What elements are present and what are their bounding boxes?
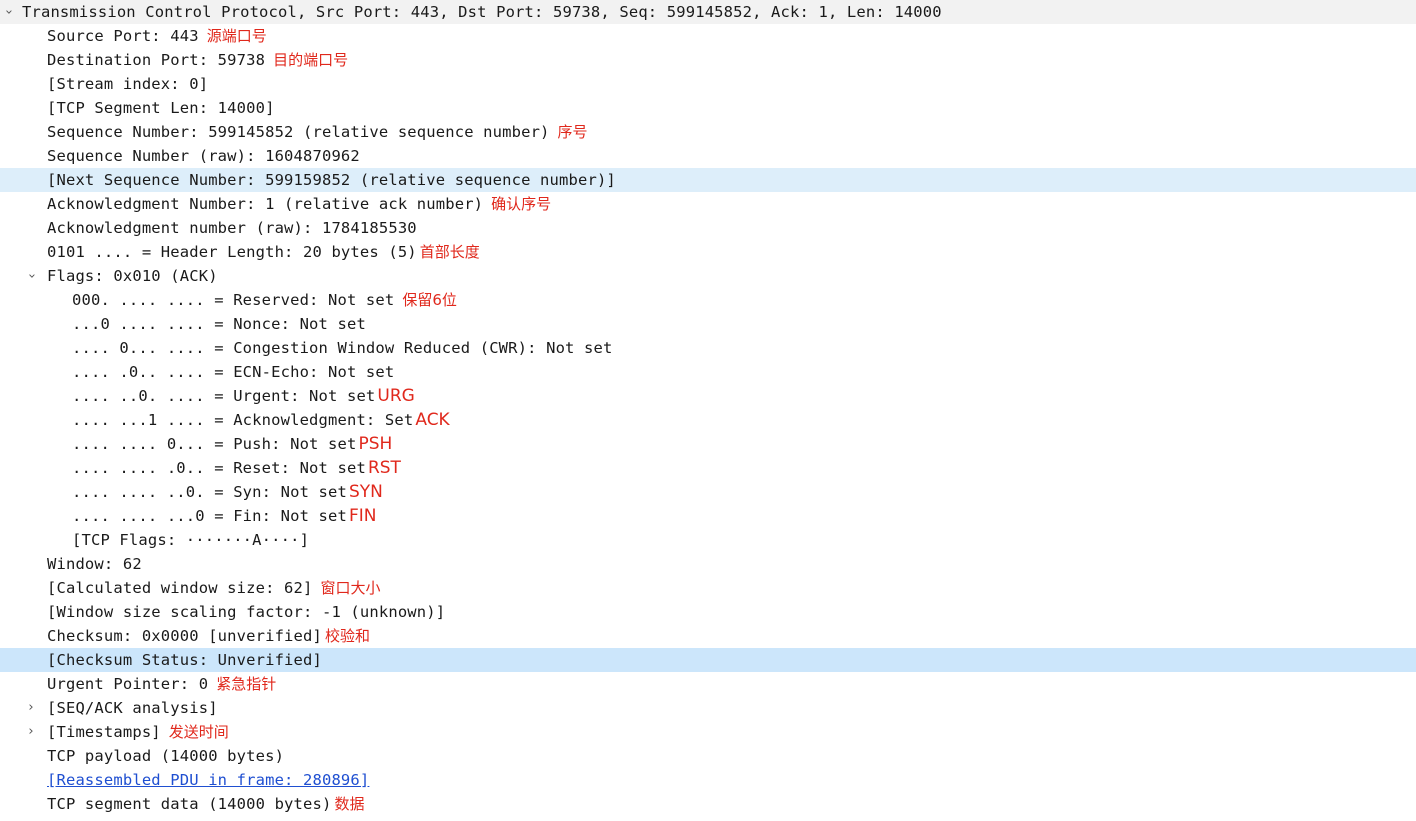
tree-row-flag-acknowledgment[interactable]: .... ...1 .... = Acknowledgment: Set ACK [0, 408, 1416, 432]
annotation-note: 校验和 [324, 627, 370, 645]
field-text: .... ..0. .... = Urgent: Not set URG [72, 386, 415, 406]
annotation-note: 序号 [557, 123, 588, 141]
field-text: Sequence Number: 599145852 (relative seq… [47, 123, 588, 141]
field-text: .... ...1 .... = Acknowledgment: Set ACK [72, 410, 450, 430]
field-text: Acknowledgment number (raw): 1784185530 [47, 219, 417, 237]
tree-row-flag-ecn-echo[interactable]: .... .0.. .... = ECN-Echo: Not set [0, 360, 1416, 384]
field-text: Transmission Control Protocol, Src Port:… [22, 3, 942, 21]
tree-row-reassembled-pdu[interactable]: [Reassembled PDU in frame: 280896] [0, 768, 1416, 792]
annotation-note: 确认序号 [491, 195, 552, 213]
tree-row-tcp-segment-data[interactable]: TCP segment data (14000 bytes) 数据 [0, 792, 1416, 816]
annotation-note: 数据 [334, 795, 365, 813]
field-text: [Timestamps] 发送时间 [47, 723, 229, 741]
field-text: .... .... 0... = Push: Not set PSH [72, 434, 393, 454]
field-text: [SEQ/ACK analysis] [47, 699, 218, 717]
tree-row-window[interactable]: Window: 62 [0, 552, 1416, 576]
annotation-note: 紧急指针 [216, 675, 277, 693]
tree-row-header-length[interactable]: 0101 .... = Header Length: 20 bytes (5) 首… [0, 240, 1416, 264]
field-text: Destination Port: 59738 目的端口号 [47, 51, 349, 69]
tree-row-source-port[interactable]: Source Port: 443 源端口号 [0, 24, 1416, 48]
annotation-note: 发送时间 [168, 723, 229, 741]
tree-row-flag-syn[interactable]: .... .... ..0. = Syn: Not set SYN [0, 480, 1416, 504]
field-text: [Calculated window size: 62] 窗口大小 [47, 579, 381, 597]
tree-row-sequence-number-raw[interactable]: Sequence Number (raw): 1604870962 [0, 144, 1416, 168]
tree-row-flag-fin[interactable]: .... .... ...0 = Fin: Not set FIN [0, 504, 1416, 528]
field-text: .... .... .0.. = Reset: Not set RST [72, 458, 401, 478]
tree-row-flags[interactable]: › Flags: 0x010 (ACK) [0, 264, 1416, 288]
tree-row-stream-index[interactable]: [Stream index: 0] [0, 72, 1416, 96]
annotation-note: 源端口号 [206, 27, 267, 45]
field-text: Urgent Pointer: 0 紧急指针 [47, 675, 277, 693]
annotation-note: PSH [358, 434, 393, 454]
tree-row-flag-push[interactable]: .... .... 0... = Push: Not set PSH [0, 432, 1416, 456]
tree-row-destination-port[interactable]: Destination Port: 59738 目的端口号 [0, 48, 1416, 72]
tree-row-checksum[interactable]: Checksum: 0x0000 [unverified] 校验和 [0, 624, 1416, 648]
field-text: .... .... ...0 = Fin: Not set FIN [72, 506, 377, 526]
tree-row-flag-urgent[interactable]: .... ..0. .... = Urgent: Not set URG [0, 384, 1416, 408]
tree-row-sequence-number[interactable]: Sequence Number: 599145852 (relative seq… [0, 120, 1416, 144]
annotation-note: 窗口大小 [320, 579, 381, 597]
tree-row-flag-reset[interactable]: .... .... .0.. = Reset: Not set RST [0, 456, 1416, 480]
tree-row-checksum-status[interactable]: [Checksum Status: Unverified] [0, 648, 1416, 672]
annotation-note: SYN [348, 482, 383, 502]
tree-row-next-sequence-number[interactable]: [Next Sequence Number: 599159852 (relati… [0, 168, 1416, 192]
field-text: Sequence Number (raw): 1604870962 [47, 147, 360, 165]
field-text: Acknowledgment Number: 1 (relative ack n… [47, 195, 552, 213]
annotation-note: FIN [348, 506, 377, 526]
field-text: .... 0... .... = Congestion Window Reduc… [72, 339, 613, 357]
tree-row-timestamps[interactable]: › [Timestamps] 发送时间 [0, 720, 1416, 744]
tree-row-flag-cwr[interactable]: .... 0... .... = Congestion Window Reduc… [0, 336, 1416, 360]
reassembled-pdu-link[interactable]: [Reassembled PDU in frame: 280896] [47, 768, 369, 792]
field-text: [Stream index: 0] [47, 75, 209, 93]
tree-row-urgent-pointer[interactable]: Urgent Pointer: 0 紧急指针 [0, 672, 1416, 696]
annotation-note: URG [377, 386, 415, 406]
annotation-note: 目的端口号 [273, 51, 349, 69]
field-text: Checksum: 0x0000 [unverified] 校验和 [47, 627, 370, 645]
tree-row-tcp-payload[interactable]: TCP payload (14000 bytes) [0, 744, 1416, 768]
tree-row-window-size-scaling-factor[interactable]: [Window size scaling factor: -1 (unknown… [0, 600, 1416, 624]
field-text: TCP payload (14000 bytes) [47, 747, 285, 765]
field-text: TCP segment data (14000 bytes) 数据 [47, 795, 365, 813]
field-text: 0101 .... = Header Length: 20 bytes (5) 首… [47, 243, 480, 261]
chevron-right-icon[interactable]: › [23, 720, 39, 744]
tree-row-tcp-segment-len[interactable]: [TCP Segment Len: 14000] [0, 96, 1416, 120]
field-text: 000. .... .... = Reserved: Not set 保留6位 [72, 291, 457, 309]
field-text: Window: 62 [47, 555, 142, 573]
tree-row-seq-ack-analysis[interactable]: › [SEQ/ACK analysis] [0, 696, 1416, 720]
annotation-note: ACK [415, 410, 450, 430]
annotation-note: RST [367, 458, 401, 478]
field-text: ...0 .... .... = Nonce: Not set [72, 315, 366, 333]
field-text: [TCP Flags: ·······A····] [72, 531, 310, 549]
field-text: [Next Sequence Number: 599159852 (relati… [47, 171, 616, 189]
field-text: [Window size scaling factor: -1 (unknown… [47, 603, 446, 621]
tree-row-acknowledgment-number-raw[interactable]: Acknowledgment number (raw): 1784185530 [0, 216, 1416, 240]
field-text: [Checksum Status: Unverified] [47, 651, 322, 669]
chevron-down-icon[interactable]: › [0, 4, 20, 20]
tree-row-acknowledgment-number[interactable]: Acknowledgment Number: 1 (relative ack n… [0, 192, 1416, 216]
tree-row-flag-nonce[interactable]: ...0 .... .... = Nonce: Not set [0, 312, 1416, 336]
tree-row-calculated-window-size[interactable]: [Calculated window size: 62] 窗口大小 [0, 576, 1416, 600]
field-text: Flags: 0x010 (ACK) [47, 267, 218, 285]
field-text: Source Port: 443 源端口号 [47, 27, 267, 45]
annotation-note: 保留6位 [402, 291, 457, 309]
field-text: .... .... ..0. = Syn: Not set SYN [72, 482, 383, 502]
tree-row-flag-reserved[interactable]: 000. .... .... = Reserved: Not set 保留6位 [0, 288, 1416, 312]
annotation-note: 首部长度 [419, 243, 480, 261]
tree-row-tcp-flags[interactable]: [TCP Flags: ·······A····] [0, 528, 1416, 552]
chevron-down-icon[interactable]: › [19, 268, 43, 284]
tree-row-tcp-header[interactable]: › Transmission Control Protocol, Src Port… [0, 0, 1416, 24]
field-text: .... .0.. .... = ECN-Echo: Not set [72, 363, 395, 381]
chevron-right-icon[interactable]: › [23, 696, 39, 720]
field-text: [TCP Segment Len: 14000] [47, 99, 275, 117]
